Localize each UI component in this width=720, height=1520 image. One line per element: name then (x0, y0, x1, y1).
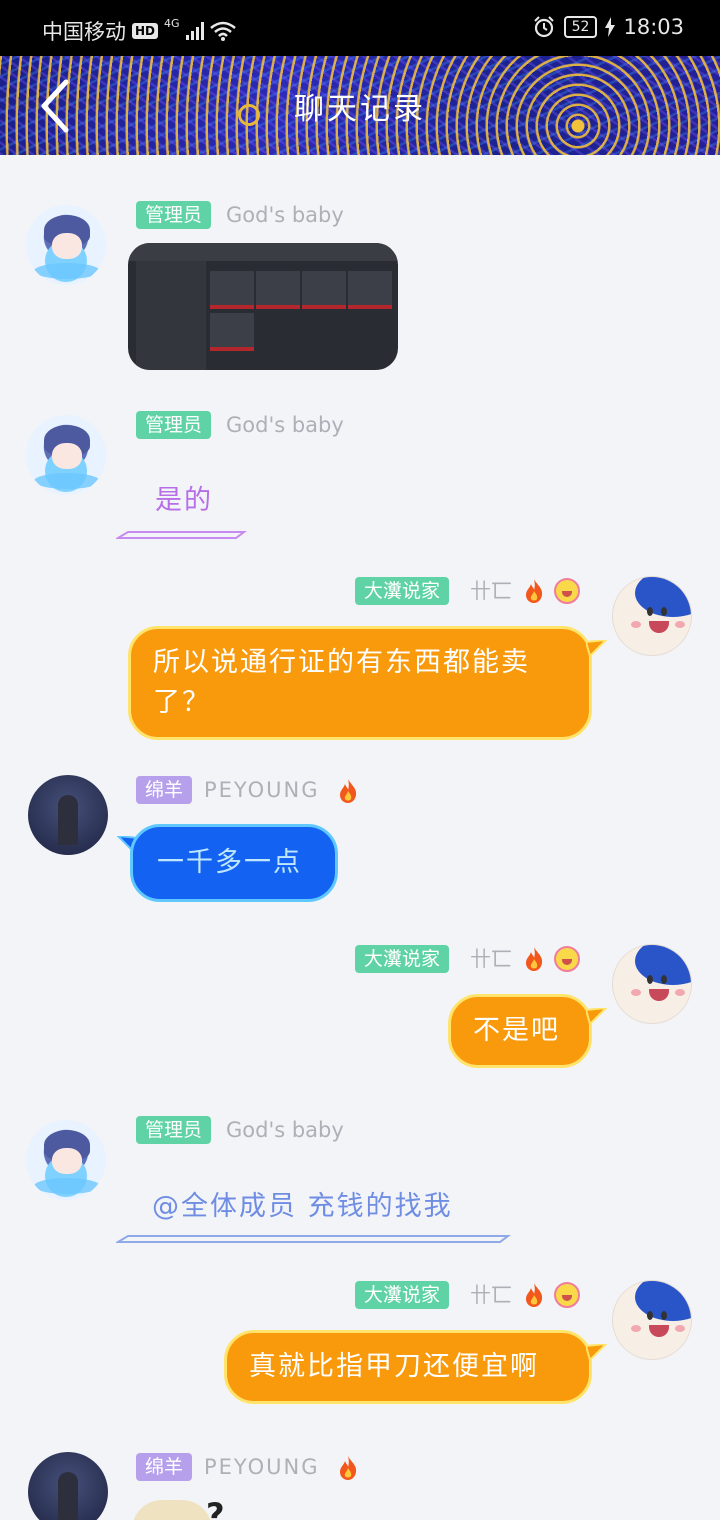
message-bubble[interactable]: 所以说通行证的有东西都能卖了？ (128, 626, 592, 740)
fire-icon (340, 779, 357, 803)
battery-icon: 52 (563, 16, 598, 38)
avatar[interactable] (612, 1280, 692, 1360)
sender-badge: 管理员 (136, 1116, 212, 1144)
alarm-icon (533, 16, 554, 38)
sender-name: 卄匸 (470, 579, 512, 603)
carrier-label: 中国移动 (42, 20, 126, 44)
sender-badge: 绵羊 (136, 776, 193, 804)
message-bubble[interactable]: 一千多一点 (130, 824, 338, 902)
sender-badge: 大瀵说家 (355, 577, 450, 605)
message-underline-decor (116, 531, 247, 539)
smile-emoji-icon (554, 946, 580, 972)
wifi-icon (209, 21, 236, 41)
avatar[interactable] (28, 775, 108, 855)
message-underline-decor (116, 1235, 511, 1243)
avatar[interactable] (26, 415, 106, 495)
sender-badge: 大瀵说家 (355, 945, 450, 973)
message-bubble[interactable]: 不是吧 (448, 994, 592, 1068)
sender-badge: 绵羊 (136, 1453, 193, 1481)
message-text: ? (206, 1496, 225, 1520)
image-message[interactable] (128, 243, 398, 370)
sender-name: God's baby (226, 1118, 344, 1142)
charging-icon (605, 17, 616, 37)
sticker-message[interactable] (132, 1500, 212, 1520)
status-left: 中国移动 HD 4G (42, 16, 236, 46)
hd-icon: HD (132, 23, 159, 39)
avatar[interactable] (26, 205, 106, 285)
message-bubble[interactable]: 真就比指甲刀还便宜啊 (224, 1330, 592, 1404)
sender-name: 卄匸 (470, 947, 512, 971)
avatar[interactable] (612, 576, 692, 656)
fire-icon (526, 579, 543, 603)
bubble-tail (586, 640, 608, 658)
sender-name: 卄匸 (470, 1283, 512, 1307)
status-right: 52 18:03 (532, 15, 684, 39)
fire-icon (526, 947, 543, 971)
fire-icon (526, 1283, 543, 1307)
avatar[interactable] (26, 1120, 106, 1200)
sender-badge: 管理员 (136, 201, 212, 229)
sender-badge: 大瀵说家 (355, 1281, 450, 1309)
smile-emoji-icon (554, 1282, 580, 1308)
sender-name: PEYOUNG (204, 1455, 320, 1479)
bubble-tail (586, 1008, 608, 1026)
fire-icon (340, 1456, 357, 1480)
message-text[interactable]: 是的 (155, 478, 213, 517)
sender-name: PEYOUNG (204, 778, 320, 802)
signal-icon (185, 22, 204, 40)
status-bar: 中国移动 HD 4G 52 18:03 (0, 0, 720, 56)
network-label: 4G (164, 16, 180, 30)
sender-badge: 管理员 (136, 411, 212, 439)
smile-emoji-icon (554, 578, 580, 604)
clock: 18:03 (623, 15, 684, 39)
bubble-tail (586, 1344, 608, 1362)
avatar[interactable] (612, 944, 692, 1024)
sender-name: God's baby (226, 413, 344, 437)
page-title: 聊天记录 (294, 92, 426, 127)
message-text[interactable]: @全体成员 充钱的找我 (152, 1184, 453, 1223)
sender-name: God's baby (226, 203, 344, 227)
chat-header: 聊天记录 (0, 56, 720, 155)
avatar[interactable] (28, 1452, 108, 1520)
